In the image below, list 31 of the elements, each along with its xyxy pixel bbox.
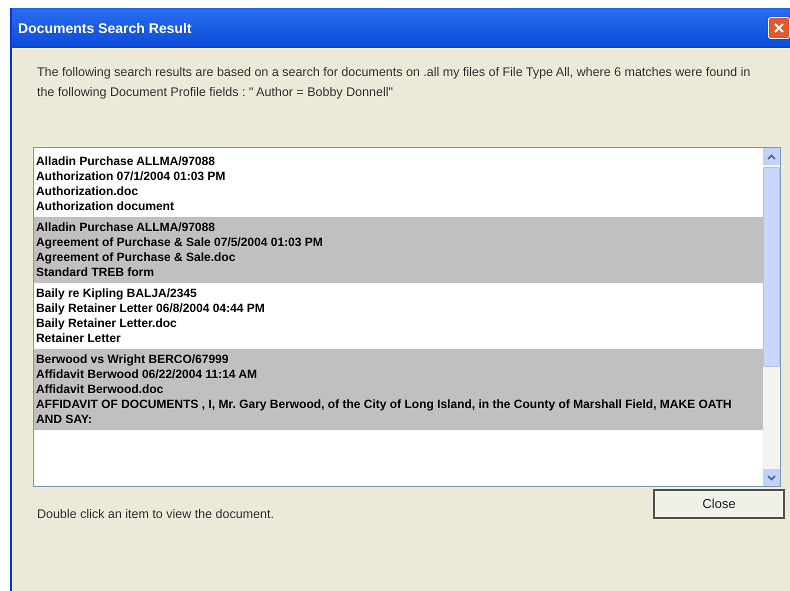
result-line: Authorization.doc [36, 184, 139, 199]
close-button[interactable] [768, 17, 790, 39]
result-line: Alladin Purchase ALLMA/97088 [36, 154, 216, 169]
result-item[interactable]: Alladin Purchase ALLMA/97088 Agreement of Purchase & Sale 07/5/2004 01:03 PM Agreement of Purchase & Sale.doc Standard TREB form [34, 217, 763, 283]
result-line: Agreement of Purchase & Sale 07/5/2004 01:03 PM [36, 235, 324, 250]
result-line: Baily Retainer Letter.doc [36, 316, 178, 331]
chevron-up-icon [767, 154, 776, 160]
result-line: AFFIDAVIT OF DOCUMENTS , I, Mr. Gary Berwood, of the City of Long Island, in the County of Marshall Field, MAKE OATH AND SAY: [36, 397, 733, 427]
result-line: Retainer Letter [36, 331, 122, 346]
scroll-down-button[interactable] [763, 469, 780, 486]
hint-text: Double click an item to view the document. [37, 506, 274, 523]
result-line: Authorization 07/1/2004 01:03 PM [36, 169, 226, 184]
results-list[interactable] [33, 147, 781, 487]
scroll-up-button[interactable] [763, 148, 780, 165]
close-button[interactable]: Close [653, 489, 785, 519]
scrollbar[interactable] [763, 148, 780, 486]
scroll-thumb[interactable] [763, 167, 780, 367]
window-title: Documents Search Result [18, 18, 192, 38]
result-line: Berwood vs Wright BERCO/67999 [36, 352, 230, 367]
result-line: Standard TREB form [36, 265, 156, 280]
result-line: Agreement of Purchase & Sale.doc [36, 250, 236, 265]
result-message: The following search results are based on a search for documents on .all my files of File Type All, where 6 matches were found in the following Document Profile fields : " Author = Bobby Donnell" [37, 64, 752, 101]
result-line: Alladin Purchase ALLMA/97088 [36, 220, 216, 235]
result-line: Baily Retainer Letter 06/8/2004 04:44 PM [36, 301, 266, 316]
result-line: Affidavit Berwood 06/22/2004 11:14 AM [36, 367, 258, 382]
result-line: Authorization document [36, 199, 175, 214]
chevron-down-icon [767, 474, 776, 480]
result-line: Baily re Kipling BALJA/2345 [36, 286, 198, 301]
close-icon [773, 22, 785, 34]
result-line: Affidavit Berwood.doc [36, 382, 164, 397]
result-item[interactable] [34, 349, 763, 430]
